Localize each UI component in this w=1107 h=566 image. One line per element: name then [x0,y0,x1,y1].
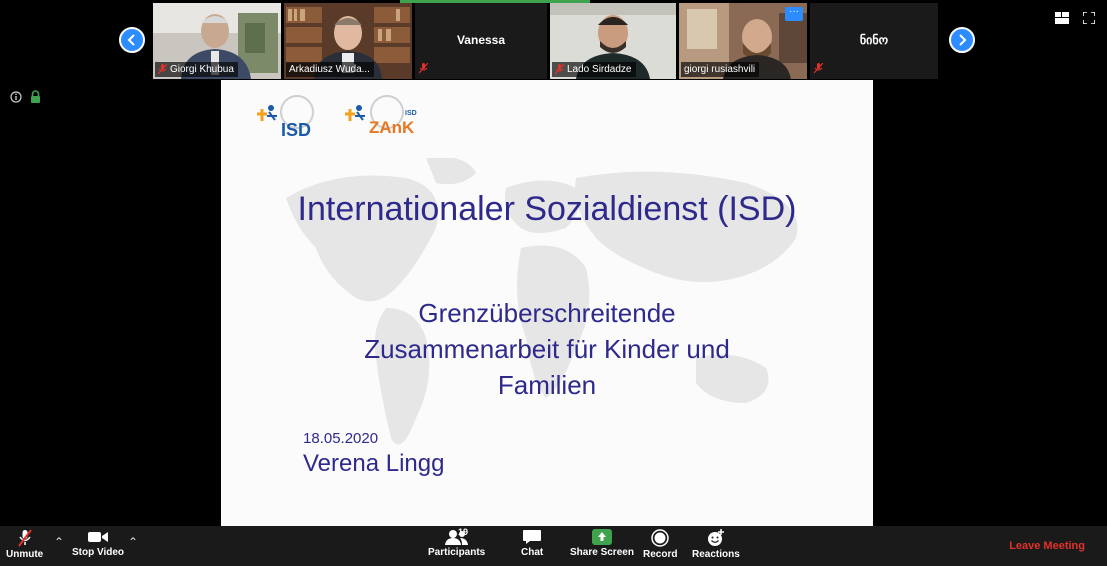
chevron-left-icon [127,34,135,46]
share-screen-button[interactable]: Share Screen [570,529,634,558]
fullscreen-icon[interactable] [1083,12,1095,24]
participant-strip: Giorgi Khubua Arkadiusz Wuda... Vanessa [0,0,1107,80]
slide-subtitle-line: Zusammenarbeit für Kinder und [364,334,730,364]
video-options-caret[interactable]: ⌃ [128,535,138,549]
participant-name: Lado Sirdadze [567,64,632,75]
muted-mic-icon [814,63,823,74]
reactions-label: Reactions [692,549,740,560]
chat-button[interactable]: Chat [521,529,543,558]
slide-date: 18.05.2020 [303,430,379,447]
speaker-view-icon[interactable] [1055,12,1069,24]
participant-name: ნინო [859,33,889,47]
share-screen-label: Share Screen [570,547,634,558]
chat-label: Chat [521,547,544,558]
leave-meeting-button[interactable]: Leave Meeting [1009,540,1085,552]
stop-video-label: Stop Video [72,547,125,558]
participant-tile[interactable]: ნინო [810,3,938,79]
muted-mic-icon [419,63,428,74]
participant-name-tag: giorgi rusiashvili [681,62,760,77]
zank-logo: ZAnK ISD [343,94,423,138]
view-controls [1055,12,1095,24]
info-icon[interactable] [10,90,22,103]
participants-button[interactable]: 19 Participants [428,527,486,558]
participant-name-tag: Giorgi Khubua [155,62,238,77]
record-label: Record [643,549,678,560]
participants-label: Participants [428,547,486,558]
meeting-toolbar: Unmute ⌃ Stop Video ⌃ 19 Participants Ch… [0,526,1107,566]
next-page-button[interactable] [949,27,975,53]
muted-mic-icon [555,64,564,75]
participant-name: Arkadiusz Wuda... [289,64,370,75]
meeting-info-row [10,90,41,103]
participant-tile[interactable]: Vanessa [415,3,547,79]
participant-name-tag: Lado Sirdadze [552,62,636,77]
shared-screen-slide: ISD ZAnK ISD Internationaler Sozialdiens… [221,80,873,526]
lock-icon[interactable] [30,90,41,103]
record-button[interactable]: Record [643,529,677,560]
zank-logo-text: ZAnK [369,118,415,137]
isd-logo-text: ISD [281,120,312,140]
participant-name-tag: Arkadiusz Wuda... [286,62,374,77]
record-icon [651,529,669,547]
slide-subtitle: Grenzüberschreitende Zusammenarbeit für … [221,295,873,403]
reactions-icon [707,529,724,546]
chat-icon [523,530,542,544]
zank-logo-small-text: ISD [405,110,417,117]
participant-tile[interactable]: Lado Sirdadze [550,3,676,79]
unmute-label: Unmute [6,549,44,560]
video-camera-icon [88,532,109,542]
muted-mic-icon [17,529,32,547]
slide-author: Verena Lingg [303,450,445,477]
muted-mic-icon [158,64,167,75]
participant-name: Giorgi Khubua [170,64,234,75]
participants-count: 19 [458,527,469,537]
previous-page-button[interactable] [119,27,145,53]
slide-subtitle-line: Grenzüberschreitende [418,298,676,328]
stop-video-button[interactable]: Stop Video [72,529,124,558]
chevron-right-icon [959,34,967,46]
reactions-button[interactable]: Reactions [692,529,740,560]
participant-tile[interactable]: ··· giorgi rusiashvili [679,3,807,79]
slide-subtitle-line: Familien [497,370,597,400]
share-screen-icon [591,529,612,545]
participant-name: Vanessa [456,33,506,47]
isd-logo: ISD [249,94,319,140]
participant-tile[interactable]: Arkadiusz Wuda... [284,3,412,79]
audio-options-caret[interactable]: ⌃ [54,535,64,549]
participant-name: giorgi rusiashvili [684,64,756,75]
slide-title: Internationaler Sozialdienst (ISD) [297,190,797,228]
more-options-button[interactable]: ··· [785,7,803,21]
participant-tile[interactable]: Giorgi Khubua [153,3,281,79]
unmute-button[interactable]: Unmute [6,529,43,560]
